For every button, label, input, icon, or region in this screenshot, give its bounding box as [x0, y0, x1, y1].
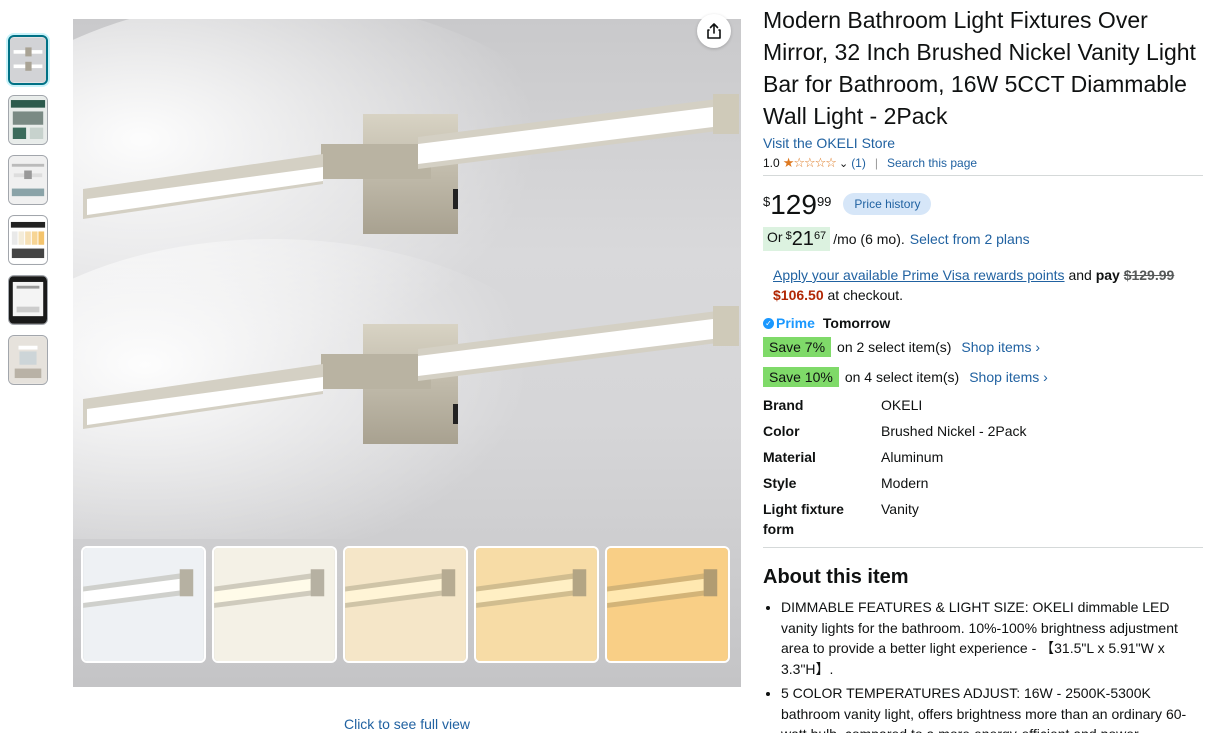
product-info: Modern Bathroom Light Fixtures Over Mirr…: [763, 4, 1203, 733]
rating-count-link[interactable]: (1): [851, 156, 866, 170]
monthly-payment-row: Or $ 21 67 /mo (6 mo). Select from 2 pla…: [763, 227, 1203, 251]
savings-badge: Save 10%: [763, 367, 839, 387]
spec-row: Material Aluminum: [763, 447, 1203, 467]
savings-row-2: Save 10% on 4 select item(s) Shop items …: [763, 367, 1203, 387]
swatch-2: [212, 546, 337, 663]
monthly-fraction: 67: [813, 230, 827, 242]
savings-row-1: Save 7% on 2 select item(s) Shop items ›: [763, 337, 1203, 357]
swatch-4: [474, 546, 599, 663]
search-page-link[interactable]: Search this page: [887, 156, 977, 170]
share-button[interactable]: [697, 14, 731, 48]
about-bullet: DIMMABLE FEATURES & LIGHT SIZE: OKELI di…: [781, 597, 1203, 679]
shop-items-link[interactable]: Shop items ›: [969, 369, 1048, 385]
spec-key: Color: [763, 423, 800, 439]
spec-value: Vanity: [881, 501, 919, 517]
visa-new-price: $106.50: [773, 287, 824, 303]
thumbnail-3[interactable]: [8, 155, 48, 205]
visa-pay: pay: [1095, 267, 1120, 283]
visa-and: and: [1068, 267, 1092, 283]
prime-visa-link[interactable]: Apply your available Prime Visa rewards …: [773, 267, 1065, 283]
spec-value: OKELI: [881, 397, 923, 413]
about-heading: About this item: [763, 566, 909, 588]
monthly-prefix: Or: [767, 229, 783, 245]
prime-badge: ✓ Prime: [763, 315, 815, 331]
main-product-image[interactable]: [73, 19, 741, 687]
star-rating-icon[interactable]: ★☆☆☆☆: [783, 155, 837, 171]
thumbnail-strip: [8, 35, 49, 395]
spec-row: Brand OKELI: [763, 395, 1203, 415]
price-history-button[interactable]: Price history: [843, 193, 932, 215]
price-fraction: 99: [816, 194, 832, 209]
savings-text: on 2 select item(s): [837, 339, 952, 355]
prime-check-icon: ✓: [763, 317, 774, 329]
thumbnail-2[interactable]: [8, 95, 48, 145]
savings-badge: Save 7%: [763, 337, 832, 357]
spec-row: Style Modern: [763, 473, 1203, 493]
share-icon: [707, 23, 721, 39]
visa-old-price: $129.99: [1123, 267, 1175, 283]
full-view-link[interactable]: Click to see full view: [73, 716, 741, 732]
thumbnail-6[interactable]: [8, 335, 48, 385]
savings-text: on 4 select item(s): [844, 369, 960, 385]
prime-delivery-row: ✓ Prime Tomorrow: [763, 315, 1203, 331]
spec-key: Material: [763, 449, 816, 465]
visa-checkout: at checkout.: [827, 287, 904, 303]
about-bullets: DIMMABLE FEATURES & LIGHT SIZE: OKELI di…: [763, 597, 1203, 733]
rating-row: 1.0 ★☆☆☆☆ ⌄ (1) | Search this page: [763, 155, 1203, 176]
spec-key: Brand: [763, 397, 804, 413]
spec-value: Modern: [881, 475, 929, 491]
spec-row: Light fixture form Vanity: [763, 499, 1203, 539]
prime-visa-offer: Apply your available Prime Visa rewards …: [773, 265, 1203, 305]
swatch-5: [605, 546, 730, 663]
select-plans-link[interactable]: Select from 2 plans: [910, 231, 1030, 247]
shop-items-link[interactable]: Shop items ›: [961, 339, 1040, 355]
thumbnail-4[interactable]: [8, 215, 48, 265]
monthly-suffix: /mo (6 mo).: [833, 231, 905, 247]
swatch-3: [343, 546, 468, 663]
spec-key: Light fixture form: [763, 501, 844, 537]
chevron-down-icon[interactable]: ⌄: [839, 157, 848, 170]
spec-value: Brushed Nickel - 2Pack: [881, 423, 1027, 439]
spec-key: Style: [763, 475, 797, 491]
thumbnail-5[interactable]: [8, 275, 48, 325]
rating-value: 1.0: [763, 156, 780, 170]
prime-label: Prime: [776, 315, 815, 331]
divider: |: [874, 156, 878, 170]
price-whole: 129: [770, 189, 817, 220]
spec-row: Color Brushed Nickel - 2Pack: [763, 421, 1203, 441]
vanity-light-photo: [73, 19, 739, 539]
price-row: $ 129 99 Price history: [763, 190, 1203, 220]
store-link[interactable]: Visit the OKELI Store: [763, 135, 1203, 151]
about-bullet: 5 COLOR TEMPERATURES ADJUST: 16W - 2500K…: [781, 683, 1203, 733]
monthly-whole: 21: [791, 228, 814, 250]
price-symbol: $: [763, 194, 771, 209]
monthly-price-badge: Or $ 21 67: [763, 227, 831, 251]
color-temperature-swatches: [81, 546, 730, 663]
delivery-day: Tomorrow: [822, 315, 891, 331]
product-specs-table: Brand OKELI Color Brushed Nickel - 2Pack…: [763, 395, 1203, 548]
swatch-1: [81, 546, 206, 663]
thumbnail-1[interactable]: [8, 35, 48, 85]
spec-value: Aluminum: [881, 449, 944, 465]
product-title: Modern Bathroom Light Fixtures Over Mirr…: [763, 7, 1196, 129]
